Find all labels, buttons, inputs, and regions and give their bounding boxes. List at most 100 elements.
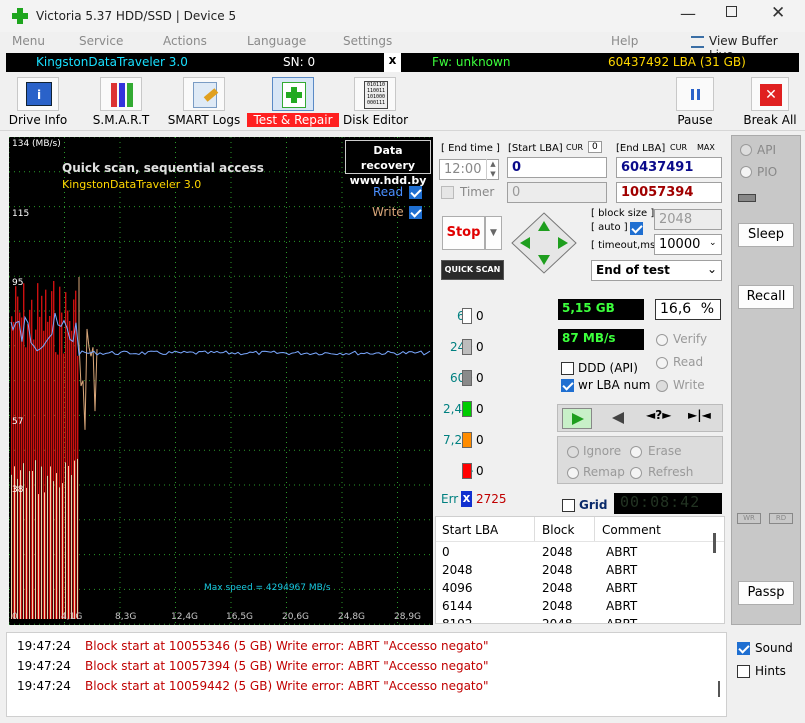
grid-checkbox[interactable] [562,499,575,512]
smart-label: S.M.A.R.T [92,113,150,127]
graph-title: Quick scan, sequential access [62,161,264,175]
hints-checkbox[interactable] [737,665,750,678]
activity-led [738,194,756,202]
close-button[interactable]: ✕ [771,3,785,23]
ignore-radio[interactable] [567,446,579,458]
latency-count-1: 0 [476,340,484,354]
col-block[interactable]: Block [542,523,574,537]
disk-editor-button[interactable]: 010110 110011 101000 000111 Disk Editor [343,77,408,129]
minimize-button[interactable]: — [680,4,696,23]
col-start-lba[interactable]: Start LBA [442,523,498,537]
verify-radio[interactable] [656,334,668,346]
write-checkbox[interactable] [409,206,422,219]
write-bar [75,290,77,619]
menu-item-settings[interactable]: Settings [343,34,392,48]
navigation-pad[interactable] [511,212,577,274]
device-close-x[interactable]: x [384,53,401,72]
log-panel: 19:47:24 Block start at 10055346 (5 GB) W… [6,632,727,717]
log-scrollbar[interactable] [718,681,720,697]
smart-button[interactable]: S.M.A.R.T [88,77,154,129]
stop-button[interactable]: Stop [442,216,485,250]
tested-size-display: 5,15 GB [558,299,644,320]
play-forward-button[interactable] [562,408,592,429]
playback-controls: ◄?► ►|◄ [557,404,723,432]
test-repair-label: Test & Repair [247,113,339,127]
auto-label: [ auto ] [591,222,628,233]
wr-indicator: WR [737,513,761,524]
x-tick-3: 16,5G [226,612,254,622]
latency-count-5: 0 [476,464,484,478]
cell-comment: ABRT [606,545,638,559]
auto-checkbox[interactable] [630,222,643,235]
random-seek-button[interactable]: ◄?► [646,408,676,429]
read-bar [29,471,30,619]
menu-item-language[interactable]: Language [247,34,306,48]
smart-logs-button[interactable]: SMART Logs [166,77,242,129]
break-all-button[interactable]: ✕ Break All [743,77,797,129]
cell-comment: ABRT [606,581,638,595]
recall-button[interactable]: Recall [738,285,794,309]
latency-count-2: 0 [476,371,484,385]
erase-radio[interactable] [630,446,642,458]
end-cur-button[interactable]: CUR [670,143,687,152]
x-tick-small: 4,1G [61,612,83,622]
grid-label: Grid [579,498,608,512]
pio-radio[interactable] [740,166,752,178]
read-checkbox[interactable] [409,186,422,199]
end-lba-input[interactable] [616,157,722,178]
read-bar [65,462,66,619]
error-table[interactable]: Start LBA Block Comment 0 2048 ABRT 2048 204… [435,516,725,624]
sound-checkbox[interactable] [737,642,750,655]
cell-comment: ABRT [606,599,638,613]
menu-item-help[interactable]: Help [611,34,638,48]
passp-button[interactable]: Passp [738,581,794,605]
device-sn: SN: 0 [283,55,316,69]
read-radio-label: Read [673,355,704,369]
maximize-button[interactable] [726,6,737,17]
start-cur-button[interactable]: CUR [566,143,583,152]
menu-item-actions[interactable]: Actions [163,34,207,48]
wr-lba-checkbox[interactable] [561,379,574,392]
start-lba-input[interactable] [507,157,607,178]
end-of-test-select[interactable]: End of test ⌄ [591,260,722,281]
ddd-api-checkbox[interactable] [561,362,574,375]
log-time: 19:47:24 [17,679,71,693]
timer-input[interactable] [507,182,607,203]
pause-button[interactable]: Pause [672,77,718,129]
remap-radio[interactable] [567,467,579,479]
x-tick-start: 0 [12,612,18,622]
read-bar [77,458,78,619]
test-repair-button[interactable]: Test & Repair [247,77,339,129]
verify-label: Verify [673,332,708,346]
butterfly-button[interactable]: ►|◄ [688,408,718,429]
end-time-spinner[interactable]: ▲ ▼ [486,159,499,180]
block-size-select[interactable] [654,209,722,230]
read-radio[interactable] [656,357,668,369]
timer-checkbox[interactable] [441,186,454,199]
progress-percent-value: 16,6 [660,301,692,317]
test-control-panel: [ End time ] ▲▼ [Start LBA] CUR 0 [End L… [436,139,725,289]
read-bar [35,460,36,619]
end-lba-label: [End LBA] [616,143,666,154]
latency-count-3: 0 [476,402,484,416]
write-radio[interactable] [656,380,668,392]
end-of-test-value: End of test [596,263,670,277]
write-bar [33,339,35,619]
menu-item-menu[interactable]: Menu [12,34,45,48]
write-bar [69,321,71,619]
data-recovery-badge[interactable]: Data recovery www.hdd.by [345,140,431,187]
sleep-button[interactable]: Sleep [738,223,794,247]
quick-scan-button[interactable]: QUICK SCAN [441,260,504,280]
drive-info-button[interactable]: i Drive Info [6,77,70,129]
test-repair-icon [272,77,314,111]
menu-item-service[interactable]: Service [79,34,123,48]
write-bar [51,291,53,619]
device-fw: Fw: unknown [432,55,511,69]
play-backward-button[interactable] [604,408,634,429]
stop-dropdown-button[interactable]: ▼ [485,216,502,250]
refresh-radio[interactable] [630,467,642,479]
table-scrollbar[interactable] [713,533,716,553]
col-comment[interactable]: Comment [602,523,661,537]
api-radio[interactable] [740,144,752,156]
end-max-button[interactable]: MAX [697,143,715,152]
